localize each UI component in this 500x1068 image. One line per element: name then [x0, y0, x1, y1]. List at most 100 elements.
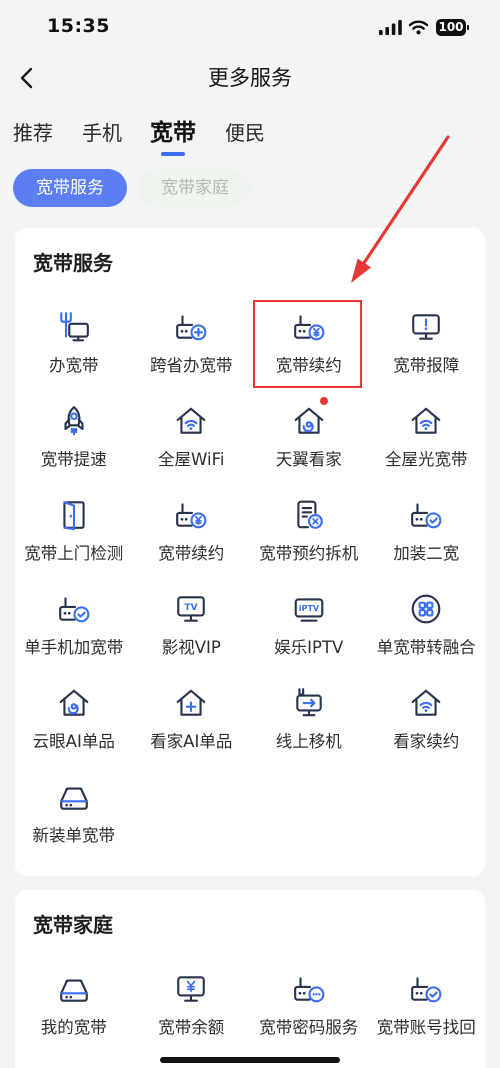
home-indicator [160, 1057, 340, 1063]
tv-icon: TV [174, 592, 208, 626]
service-item-label: 宽带提速 [40, 450, 107, 469]
battery-icon: 100 [436, 19, 466, 36]
service-item-label: 宽带预约拆机 [259, 544, 359, 563]
service-item[interactable]: 宽带账号找回 [368, 958, 486, 1052]
service-item-label: 宽带续约 [275, 356, 342, 375]
door-icon [57, 498, 91, 532]
router-check-icon [57, 592, 91, 626]
service-item-label: 加装二宽 [393, 544, 460, 563]
service-item-label: 全屋光宽带 [385, 450, 468, 469]
service-item[interactable]: 云眼AI单品 [15, 672, 133, 766]
house-camera-icon [57, 686, 91, 720]
wifi-icon [408, 20, 429, 35]
service-item[interactable]: 宽带上门检测 [15, 484, 133, 578]
service-item[interactable]: 跨省办宽带 [133, 296, 251, 390]
router-check-icon [409, 972, 443, 1006]
apps-circle-icon [409, 592, 443, 626]
section-title: 宽带家庭 [33, 913, 113, 937]
router-plus-icon [174, 310, 208, 344]
service-item-label: 娱乐IPTV [274, 638, 344, 657]
filter-pill-broadband-service[interactable]: 宽带服务 [13, 169, 127, 207]
status-time: 15:35 [47, 15, 110, 37]
service-item-label: 影视VIP [161, 638, 221, 657]
section-broadband-family: 宽带家庭 我的宽带 宽带余额 宽带密码服务 宽带账号找回 [15, 890, 485, 1068]
service-item[interactable]: 宽带报障 [368, 296, 486, 390]
service-item-label: 线上移机 [275, 732, 342, 751]
rocket-icon [57, 404, 91, 438]
service-item-label: 新装单宽带 [32, 826, 116, 845]
service-item-label: 单宽带转融合 [376, 638, 476, 657]
broadband-monitor-icon [57, 310, 91, 344]
status-bar: 15:35 100 [0, 0, 500, 54]
service-grid: 办宽带 跨省办宽带 宽带续约 宽带报障 宽带提速 全屋WiFi 天翼看家 全屋光宽带 宽带上门检… [15, 296, 485, 860]
tab-recommend[interactable]: 推荐 [13, 114, 53, 152]
service-item[interactable]: 宽带续约 [133, 484, 251, 578]
service-item-label: 看家AI单品 [150, 732, 233, 751]
back-button[interactable] [13, 64, 41, 92]
iptv-icon: iPTV [292, 592, 326, 626]
service-item[interactable]: 看家续约 [368, 672, 486, 766]
service-item-label: 宽带报障 [393, 356, 460, 375]
service-item-label: 我的宽带 [40, 1018, 107, 1037]
monitor-yen-icon [174, 972, 208, 1006]
chevron-left-icon [20, 67, 33, 89]
service-item[interactable]: 宽带续约 [250, 296, 368, 390]
service-item[interactable]: 全屋WiFi [133, 390, 251, 484]
tab-mobile[interactable]: 手机 [82, 114, 122, 152]
monitor-alert-icon [409, 310, 443, 344]
icon-text: TV [185, 603, 198, 613]
service-grid: 我的宽带 宽带余额 宽带密码服务 宽带账号找回 [15, 958, 485, 1052]
service-item[interactable]: 宽带余额 [133, 958, 251, 1052]
router-check-icon [409, 498, 443, 532]
house-wifi-icon [409, 404, 443, 438]
icon-text: iPTV [299, 604, 320, 613]
house-camera-icon [292, 397, 328, 438]
service-item[interactable]: iPTV 娱乐IPTV [250, 578, 368, 672]
service-item[interactable]: 办宽带 [15, 296, 133, 390]
service-item[interactable]: 线上移机 [250, 672, 368, 766]
page-title: 更多服务 [208, 66, 292, 90]
router-yen-icon [292, 310, 326, 344]
service-item[interactable]: TV 影视VIP [133, 578, 251, 672]
signal-icon [379, 20, 402, 35]
service-item[interactable]: 我的宽带 [15, 958, 133, 1052]
service-item[interactable]: 宽带密码服务 [250, 958, 368, 1052]
service-item-label: 宽带账号找回 [376, 1018, 476, 1037]
modem-icon [57, 972, 91, 1006]
service-item-label: 单手机加宽带 [24, 638, 124, 657]
service-item[interactable]: 新装单宽带 [15, 766, 133, 860]
tab-convenience[interactable]: 便民 [225, 114, 265, 152]
filter-pill-broadband-family[interactable]: 宽带家庭 [140, 169, 250, 207]
service-item[interactable]: 宽带提速 [15, 390, 133, 484]
modem-icon [57, 780, 91, 814]
service-item[interactable]: 天翼看家 [250, 390, 368, 484]
service-item-label: 看家续约 [393, 732, 460, 751]
service-item-label: 全屋WiFi [158, 450, 225, 469]
service-item[interactable]: 单宽带转融合 [368, 578, 486, 672]
section-broadband-service: 宽带服务 办宽带 跨省办宽带 宽带续约 宽带报障 宽带提速 全屋WiFi 天翼看家 全屋光宽带… [15, 228, 485, 876]
service-item-label: 宽带密码服务 [259, 1018, 359, 1037]
service-item-label: 云眼AI单品 [32, 732, 115, 751]
house-wifi-icon [174, 404, 208, 438]
router-password-icon [292, 972, 326, 1006]
tab-broadband[interactable]: 宽带 [150, 114, 196, 156]
category-tabs: 推荐 手机 宽带 便民 [0, 114, 500, 158]
service-item-label: 宽带上门检测 [24, 544, 124, 563]
service-item[interactable]: 看家AI单品 [133, 672, 251, 766]
document-cancel-icon [292, 498, 326, 532]
service-item-label: 宽带余额 [158, 1018, 225, 1037]
house-wifi-icon [409, 686, 443, 720]
service-item[interactable]: 单手机加宽带 [15, 578, 133, 672]
nav-header: 更多服务 [0, 55, 500, 101]
service-item-label: 宽带续约 [158, 544, 225, 563]
service-item-label: 办宽带 [49, 356, 99, 375]
section-title: 宽带服务 [33, 251, 113, 275]
service-item[interactable]: 加装二宽 [368, 484, 486, 578]
notification-dot [319, 397, 328, 405]
service-item[interactable]: 全屋光宽带 [368, 390, 486, 484]
battery-tip [467, 25, 469, 30]
monitor-move-icon [292, 686, 326, 720]
router-yen-icon [174, 498, 208, 532]
service-item-label: 跨省办宽带 [150, 356, 233, 375]
service-item[interactable]: 宽带预约拆机 [250, 484, 368, 578]
